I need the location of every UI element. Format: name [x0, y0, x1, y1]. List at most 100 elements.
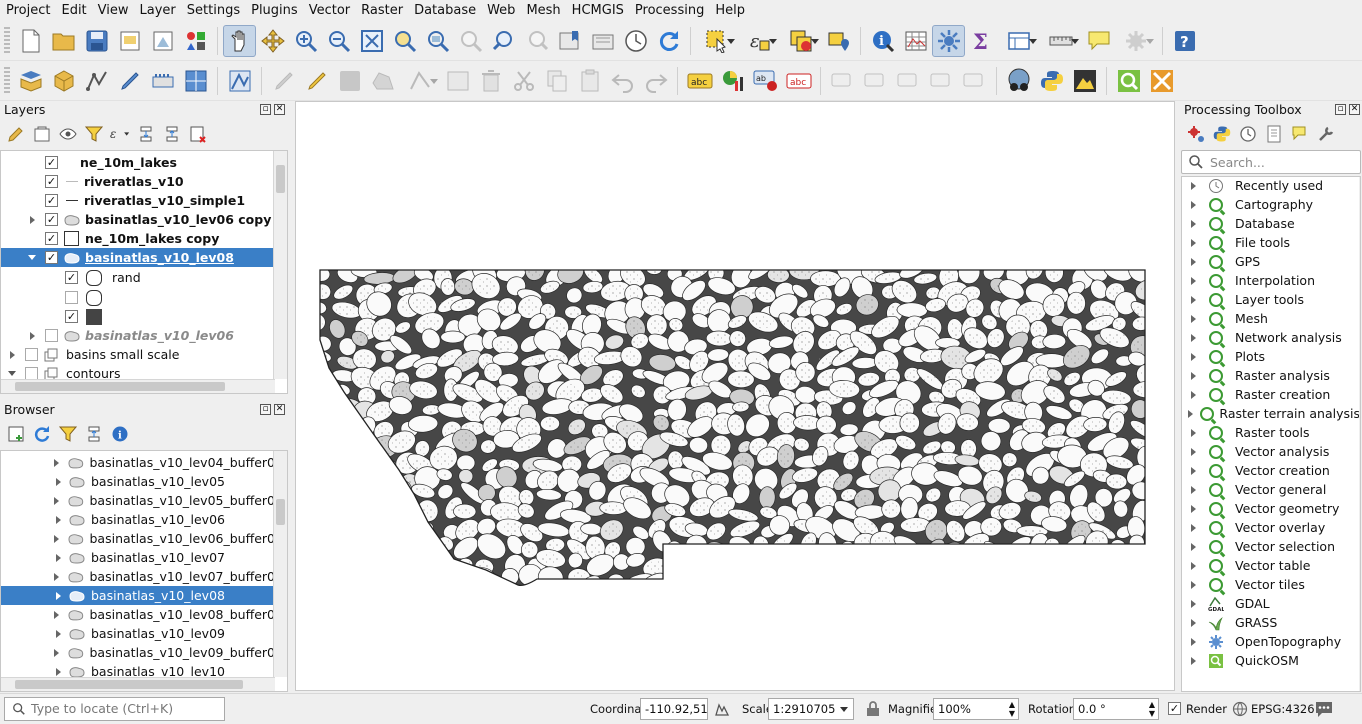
expand-arrow-icon[interactable]: [1188, 200, 1198, 210]
expand-arrow-icon[interactable]: [1188, 447, 1198, 457]
zoom-in-icon[interactable]: [289, 25, 322, 57]
browser-vertical-scrollbar[interactable]: [273, 451, 287, 677]
copy-features-icon[interactable]: [540, 65, 573, 97]
expand-arrow-icon[interactable]: [1188, 656, 1198, 666]
toolbox-provider[interactable]: Vector overlay: [1182, 518, 1360, 537]
add-selected-layers-icon[interactable]: [6, 424, 26, 444]
edit-features-in-place-icon[interactable]: [1290, 124, 1310, 144]
save-edits-icon[interactable]: [333, 65, 366, 97]
open-attribute-table-icon[interactable]: [899, 25, 932, 57]
properties-info-icon[interactable]: i: [110, 424, 130, 444]
menu-project[interactable]: Project: [0, 0, 55, 21]
layer-row[interactable]: ✓ ne_10m_lakes: [1, 153, 275, 172]
show-bookmarks-icon[interactable]: [586, 25, 619, 57]
results-viewer-icon[interactable]: [1264, 124, 1284, 144]
toggle-editing-icon[interactable]: [300, 65, 333, 97]
settings-gear-icon[interactable]: [1115, 25, 1157, 57]
layer-row[interactable]: ✓ riveratlas_v10_simple1: [1, 191, 275, 210]
menu-edit[interactable]: Edit: [55, 0, 91, 21]
temporal-controller-icon[interactable]: [619, 25, 652, 57]
browser-item[interactable]: basinatlas_v10_lev05: [1, 472, 275, 491]
expand-arrow-icon[interactable]: [27, 331, 37, 341]
zoom-next-icon[interactable]: [520, 25, 553, 57]
toolbox-provider[interactable]: Database: [1182, 214, 1360, 233]
deselect-features-icon[interactable]: [780, 25, 822, 57]
collapse-arrow-icon[interactable]: [27, 253, 37, 263]
zoom-full-icon[interactable]: [355, 25, 388, 57]
undo-icon[interactable]: [606, 65, 639, 97]
expand-arrow-icon[interactable]: [1188, 428, 1198, 438]
layer-visibility-checkbox[interactable]: ✓: [45, 251, 58, 264]
toolbar-grip[interactable]: [4, 66, 10, 95]
toolbox-provider[interactable]: Interpolation: [1182, 271, 1360, 290]
menu-layer[interactable]: Layer: [134, 0, 181, 21]
expand-arrow-icon[interactable]: [7, 350, 17, 360]
expand-arrow-icon[interactable]: [1188, 219, 1198, 229]
expand-arrow-icon[interactable]: [52, 610, 62, 620]
select-features-icon[interactable]: [696, 25, 738, 57]
menu-vector[interactable]: Vector: [303, 0, 355, 21]
expand-arrow-icon[interactable]: [53, 553, 63, 563]
menu-help[interactable]: Help: [709, 0, 750, 21]
modify-attributes-icon[interactable]: [441, 65, 474, 97]
pin-labels-icon[interactable]: [826, 65, 859, 97]
style-manager-icon[interactable]: [179, 25, 212, 57]
expand-arrow-icon[interactable]: [1188, 390, 1198, 400]
layer-visibility-checkbox[interactable]: ✓: [45, 156, 58, 169]
expand-arrow-icon[interactable]: [1188, 181, 1198, 191]
select-by-expression-icon[interactable]: ε: [738, 25, 780, 57]
expand-all-icon[interactable]: [136, 124, 156, 144]
layer-row[interactable]: basinatlas_v10_lev06: [1, 326, 275, 345]
quickmapservices-icon[interactable]: [1002, 65, 1035, 97]
toolbox-provider[interactable]: GRASS: [1182, 613, 1360, 632]
group-row[interactable]: basins small scale: [1, 345, 275, 364]
toolbox-provider[interactable]: GPS: [1182, 252, 1360, 271]
toolbox-provider[interactable]: Vector tiles: [1182, 575, 1360, 594]
toolbox-provider[interactable]: Plots: [1182, 347, 1360, 366]
rotation-spinbox[interactable]: 0.0 ° ▲ ▼: [1073, 698, 1159, 720]
identify-features-icon[interactable]: i: [866, 25, 899, 57]
expand-arrow-icon[interactable]: [1188, 276, 1198, 286]
layer-row-selected[interactable]: ✓ basinatlas_v10_lev08: [1, 248, 275, 267]
manage-visibility-icon[interactable]: [58, 124, 78, 144]
toolbox-search-field[interactable]: Search...: [1181, 150, 1361, 174]
add-feature-icon[interactable]: [366, 65, 399, 97]
menu-database[interactable]: Database: [408, 0, 481, 21]
expand-arrow-icon[interactable]: [1188, 314, 1198, 324]
layers-horizontal-scrollbar[interactable]: [1, 379, 275, 393]
processing-options-icon[interactable]: [1316, 124, 1336, 144]
toolbox-provider[interactable]: Vector geometry: [1182, 499, 1360, 518]
toolbox-provider[interactable]: Cartography: [1182, 195, 1360, 214]
vertex-tool-icon[interactable]: [399, 65, 441, 97]
menu-mesh[interactable]: Mesh: [520, 0, 565, 21]
toolbox-provider[interactable]: Raster analysis: [1182, 366, 1360, 385]
delete-selected-icon[interactable]: [474, 65, 507, 97]
legend-visibility-checkbox[interactable]: ✓: [65, 310, 78, 323]
expand-arrow-icon[interactable]: [52, 534, 62, 544]
highlight-pinned-labels-icon[interactable]: ab: [749, 65, 782, 97]
expand-arrow-icon[interactable]: [52, 648, 62, 658]
layers-vertical-scrollbar[interactable]: [273, 151, 287, 379]
expand-arrow-icon[interactable]: [27, 215, 37, 225]
expand-arrow-icon[interactable]: [1188, 637, 1198, 647]
float-icon[interactable]: ▫: [260, 404, 271, 415]
group-visibility-checkbox[interactable]: [25, 348, 38, 361]
data-source-manager-icon[interactable]: [14, 65, 47, 97]
expand-arrow-icon[interactable]: [1188, 295, 1198, 305]
layer-visibility-checkbox[interactable]: ✓: [45, 213, 58, 226]
zoom-last-icon[interactable]: [487, 25, 520, 57]
layer-visibility-checkbox[interactable]: ✓: [45, 194, 58, 207]
expand-arrow-icon[interactable]: [53, 477, 63, 487]
digitize-with-pencil-icon[interactable]: [113, 65, 146, 97]
cut-features-icon[interactable]: [507, 65, 540, 97]
select-by-location-icon[interactable]: [822, 25, 855, 57]
expand-arrow-icon[interactable]: [1188, 523, 1198, 533]
redo-icon[interactable]: [639, 65, 672, 97]
toolbox-provider[interactable]: Vector creation: [1182, 461, 1360, 480]
toolbox-provider[interactable]: QuickOSM: [1182, 651, 1360, 670]
layer-visibility-checkbox[interactable]: [45, 329, 58, 342]
zoom-out-icon[interactable]: [322, 25, 355, 57]
pan-map-icon[interactable]: [223, 24, 256, 57]
toolbox-provider[interactable]: File tools: [1182, 233, 1360, 252]
browser-item[interactable]: basinatlas_v10_lev08: [1, 586, 275, 605]
